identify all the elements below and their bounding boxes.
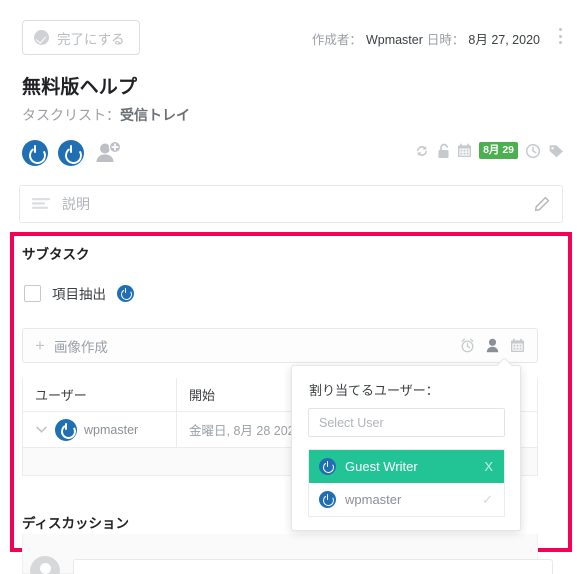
assign-user-popover: 割り当てるユーザー： Select User Guest Writer X wp…	[291, 365, 521, 531]
assignee-avatars	[22, 140, 122, 166]
cell-user-name: wpmaster	[84, 422, 139, 437]
chevron-down-icon[interactable]	[35, 423, 48, 436]
avatar[interactable]	[22, 140, 48, 166]
avatar	[55, 418, 77, 441]
avatar[interactable]	[58, 140, 84, 166]
page-title: 無料版ヘルプ	[22, 77, 138, 98]
select-user-placeholder: Select User	[319, 415, 384, 430]
top-bar: 完了にする 作成者： Wpmaster 日時： 8月 27, 2020	[0, 0, 582, 62]
calendar-icon[interactable]	[457, 143, 472, 158]
remove-user-icon[interactable]: X	[484, 459, 493, 474]
add-person-icon[interactable]	[94, 140, 122, 166]
description-placeholder: 説明	[62, 196, 90, 212]
cell-user[interactable]: wpmaster	[23, 412, 177, 448]
unlock-icon[interactable]	[437, 143, 450, 159]
subtask-item[interactable]: 項目抽出	[24, 283, 134, 303]
subtask-checkbox[interactable]	[24, 284, 41, 302]
mark-done-label: 完了にする	[57, 31, 125, 47]
subtask-label: 項目抽出	[52, 287, 106, 302]
check-circle-icon	[34, 30, 49, 45]
more-vertical-icon[interactable]	[553, 26, 567, 46]
plus-icon[interactable]: +	[35, 337, 45, 354]
avatar	[319, 491, 336, 508]
add-subtask-icons	[460, 338, 525, 353]
tag-icon[interactable]	[548, 143, 564, 159]
user-option-name: Guest Writer	[345, 459, 418, 474]
clock-icon[interactable]	[525, 143, 541, 159]
tasklist-label: タスクリスト：	[22, 107, 120, 123]
popover-arrow	[497, 358, 512, 366]
tasklist-value: 受信トレイ	[120, 107, 190, 123]
date-label: 日時：	[426, 33, 465, 47]
task-meta: 作成者： Wpmaster 日時： 8月 27, 2020	[312, 29, 540, 48]
date-value: 8月 27, 2020	[468, 33, 540, 47]
breadcrumb: タスクリスト：受信トレイ	[22, 105, 190, 125]
avatar	[319, 458, 336, 475]
sync-icon[interactable]	[414, 143, 430, 159]
subtask-section-title: サブタスク	[22, 247, 90, 262]
description-lines-icon	[32, 197, 50, 211]
calendar-icon[interactable]	[510, 338, 525, 353]
user-option-guest-writer[interactable]: Guest Writer X	[309, 450, 504, 483]
add-subtask-row[interactable]: + 画像作成	[22, 328, 538, 363]
user-option-list: Guest Writer X wpmaster ✓	[308, 449, 505, 517]
avatar[interactable]	[117, 284, 134, 302]
popover-title: 割り当てるユーザー：	[309, 383, 439, 398]
task-attribute-icons: 8月 29	[414, 142, 564, 160]
column-header-user[interactable]: ユーザー	[23, 378, 177, 412]
discussion-section-title: ディスカッション	[22, 516, 130, 531]
description-field[interactable]: 説明	[19, 185, 563, 223]
comment-input[interactable]	[73, 559, 553, 574]
select-user-input[interactable]: Select User	[308, 408, 505, 437]
mark-done-button[interactable]: 完了にする	[22, 20, 140, 55]
check-icon[interactable]: ✓	[482, 492, 493, 508]
author-value: Wpmaster	[365, 33, 423, 47]
user-option-wpmaster[interactable]: wpmaster ✓	[309, 483, 504, 516]
task-detail-page: 完了にする 作成者： Wpmaster 日時： 8月 27, 2020 無料版ヘ…	[0, 0, 582, 574]
pencil-icon[interactable]	[533, 196, 550, 213]
author-label: 作成者：	[311, 33, 362, 47]
user-option-name: wpmaster	[345, 492, 402, 507]
person-icon[interactable]	[486, 338, 499, 353]
add-subtask-input[interactable]: 画像作成	[54, 336, 108, 356]
due-date-badge[interactable]: 8月 29	[479, 142, 518, 160]
alarm-clock-icon[interactable]	[460, 338, 475, 353]
